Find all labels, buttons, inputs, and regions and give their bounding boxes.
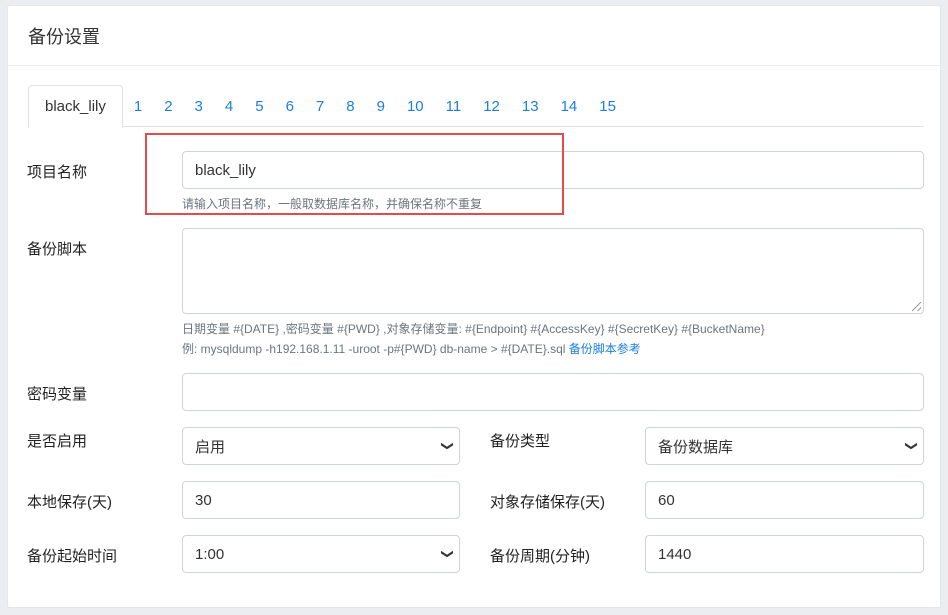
tab-12[interactable]: 12 xyxy=(472,85,511,127)
period-input[interactable]: 1440 xyxy=(645,535,924,573)
start-time-select[interactable]: 1:00 ❮ xyxy=(182,535,460,573)
project-name-label: 项目名称 xyxy=(27,164,88,181)
backup-script-example-text: 例: mysqldump -h192.168.1.11 -uroot -p#{P… xyxy=(182,342,566,356)
oss-retention-input[interactable]: 60 xyxy=(645,481,924,519)
tab-14[interactable]: 14 xyxy=(550,85,589,127)
tab-1[interactable]: 1 xyxy=(123,85,153,127)
tab-4[interactable]: 4 xyxy=(214,85,244,127)
backup-script-textarea[interactable] xyxy=(182,228,924,314)
tab-black-lily[interactable]: black_lily xyxy=(28,85,123,128)
tab-5[interactable]: 5 xyxy=(244,85,274,127)
backup-script-help-example: 例: mysqldump -h192.168.1.11 -uroot -p#{P… xyxy=(182,340,641,357)
enabled-value: 启用 xyxy=(195,438,226,456)
local-retention-input[interactable]: 30 xyxy=(182,481,460,519)
backup-type-value: 备份数据库 xyxy=(658,438,734,456)
project-tabs: black_lily 1 2 3 4 5 6 7 8 9 10 11 12 13… xyxy=(28,85,924,128)
backup-type-select[interactable]: 备份数据库 ❮ xyxy=(645,427,924,465)
period-label: 备份周期(分钟) xyxy=(490,548,590,565)
tab-3[interactable]: 3 xyxy=(184,85,214,127)
start-time-value: 1:00 xyxy=(195,545,225,563)
tab-9[interactable]: 9 xyxy=(366,85,396,127)
tab-7[interactable]: 7 xyxy=(305,85,335,127)
tab-10[interactable]: 10 xyxy=(396,85,435,127)
backup-script-reference-link[interactable]: 备份脚本参考 xyxy=(569,342,641,356)
chevron-down-icon: ❮ xyxy=(902,440,917,452)
oss-retention-label: 对象存储保存(天) xyxy=(490,494,605,511)
start-time-label: 备份起始时间 xyxy=(27,548,118,565)
password-var-label: 密码变量 xyxy=(27,386,88,403)
tab-11[interactable]: 11 xyxy=(435,85,473,127)
enabled-select[interactable]: 启用 ❮ xyxy=(182,427,460,465)
tab-13[interactable]: 13 xyxy=(511,85,550,127)
tab-8[interactable]: 8 xyxy=(335,85,365,127)
chevron-down-icon: ❮ xyxy=(438,548,453,560)
highlight-box xyxy=(145,133,564,215)
enabled-label: 是否启用 xyxy=(27,433,88,450)
backup-type-label: 备份类型 xyxy=(490,433,551,450)
card-header: 备份设置 xyxy=(8,6,940,66)
tab-2[interactable]: 2 xyxy=(153,85,183,127)
tab-6[interactable]: 6 xyxy=(275,85,305,127)
backup-script-label: 备份脚本 xyxy=(27,241,88,258)
page-title: 备份设置 xyxy=(28,26,100,47)
resize-grip-icon[interactable] xyxy=(912,302,921,311)
tab-15[interactable]: 15 xyxy=(588,85,627,127)
password-var-input[interactable] xyxy=(182,373,924,411)
chevron-down-icon: ❮ xyxy=(438,440,453,452)
backup-script-help-vars: 日期变量 #{DATE} ,密码变量 #{PWD} ,对象存储变量: #{End… xyxy=(182,322,765,336)
local-retention-label: 本地保存(天) xyxy=(27,494,112,511)
